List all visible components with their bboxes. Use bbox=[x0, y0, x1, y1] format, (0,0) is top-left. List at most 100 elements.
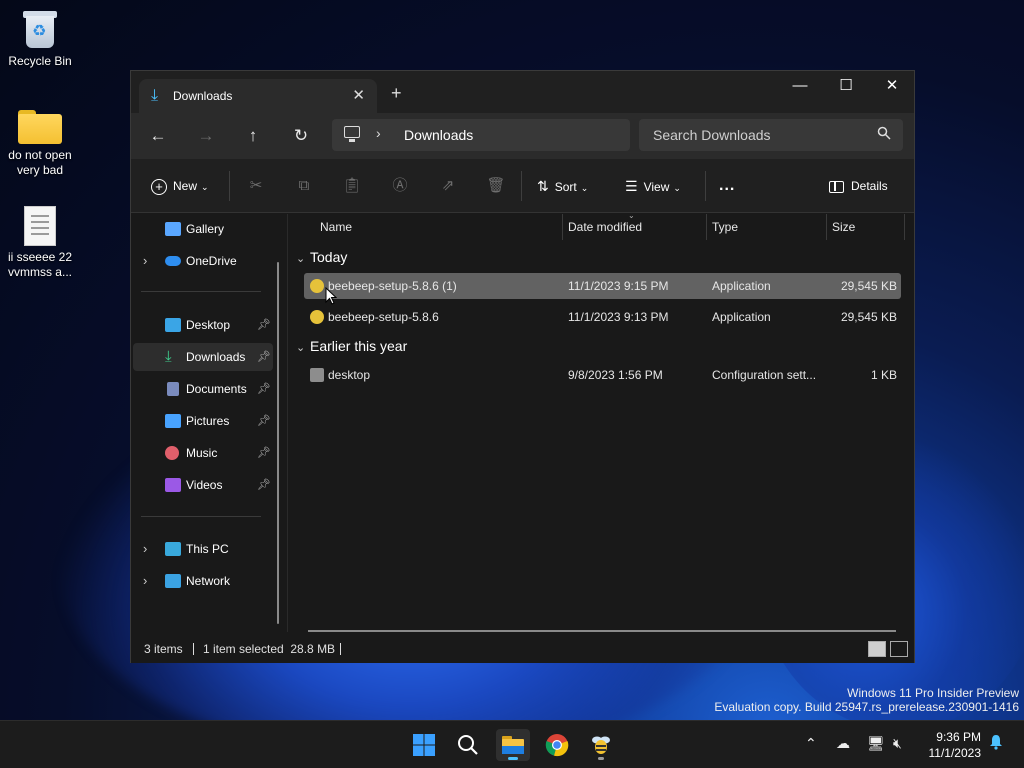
clock-date: 11/1/2023 bbox=[928, 746, 982, 760]
file-type: Application bbox=[712, 310, 771, 324]
desktop-icon-text-file[interactable]: ii sseeee 22 vvmmss a... bbox=[0, 206, 80, 280]
selection-info: 1 item selected 28.8 MB bbox=[203, 642, 336, 656]
sidebar-item-label: Downloads bbox=[186, 350, 246, 364]
sidebar-item-label: Documents bbox=[186, 382, 247, 396]
rename-icon[interactable]: Ⓐ bbox=[389, 175, 411, 197]
close-window-button[interactable]: ✕ bbox=[869, 71, 915, 103]
column-header-name[interactable]: Name bbox=[320, 214, 352, 240]
group-header-today[interactable]: ⌄ Today bbox=[296, 249, 347, 265]
column-divider[interactable] bbox=[562, 214, 563, 240]
sidebar-item-gallery[interactable]: Gallery bbox=[133, 215, 273, 243]
search-button[interactable] bbox=[451, 729, 485, 761]
sidebar-divider bbox=[141, 516, 261, 517]
chevron-right-icon[interactable]: › bbox=[143, 247, 147, 275]
navigation-pane: Gallery › OneDrive Desktop 📌︎ ⤓ Download… bbox=[131, 214, 283, 632]
pictures-icon bbox=[165, 414, 181, 428]
sidebar-item-onedrive[interactable]: › OneDrive bbox=[133, 247, 273, 275]
beebeep-app-icon bbox=[310, 310, 324, 324]
show-hidden-icons-button[interactable]: ⌃ bbox=[805, 735, 817, 752]
tiles-view-icon[interactable] bbox=[890, 641, 908, 657]
sidebar-item-pictures[interactable]: Pictures 📌︎ bbox=[133, 407, 273, 435]
sidebar-item-label: Music bbox=[186, 446, 218, 460]
sort-label: Sort bbox=[554, 180, 577, 194]
taskbar-file-explorer[interactable] bbox=[496, 729, 530, 761]
forward-button[interactable]: → bbox=[192, 123, 220, 149]
view-button[interactable]: ☰ View ⌄ bbox=[625, 175, 681, 197]
back-button[interactable]: ← bbox=[144, 123, 172, 149]
delete-icon[interactable]: 🗑︎ bbox=[485, 175, 507, 197]
videos-icon bbox=[165, 478, 181, 492]
chevron-right-icon[interactable]: › bbox=[376, 125, 381, 141]
tab-downloads[interactable]: ⤓ Downloads ✕ bbox=[139, 79, 377, 113]
sidebar-item-downloads[interactable]: ⤓ Downloads 📌︎ bbox=[133, 343, 273, 371]
details-button[interactable]: Details bbox=[829, 175, 888, 197]
column-divider[interactable] bbox=[826, 214, 827, 240]
windows-logo-icon bbox=[413, 734, 435, 756]
chevron-right-icon[interactable]: › bbox=[143, 567, 147, 595]
sidebar-item-this-pc[interactable]: › This PC bbox=[133, 535, 273, 563]
sidebar-item-label: Pictures bbox=[186, 414, 230, 428]
pin-icon: 📌︎ bbox=[257, 447, 271, 459]
chevron-right-icon[interactable]: › bbox=[143, 535, 147, 563]
see-more-button[interactable]: ... bbox=[719, 175, 735, 197]
address-bar[interactable]: › Downloads bbox=[332, 119, 630, 151]
start-button[interactable] bbox=[407, 729, 441, 761]
details-pane-icon bbox=[829, 180, 844, 193]
desktop-icon-label: Recycle Bin bbox=[8, 54, 72, 68]
desktop-icon-label: ii sseeee 22 vvmmss a... bbox=[7, 250, 73, 279]
new-tab-button[interactable]: + bbox=[391, 83, 402, 104]
details-view-icon[interactable] bbox=[868, 641, 886, 657]
taskbar-beebeep[interactable] bbox=[584, 729, 618, 761]
details-label: Details bbox=[851, 179, 888, 193]
desktop-icon-recycle-bin[interactable]: ♻ Recycle Bin bbox=[0, 8, 80, 69]
column-divider[interactable] bbox=[706, 214, 707, 240]
network-status-icon[interactable]: 🖥︎ bbox=[867, 735, 885, 752]
group-header-earlier[interactable]: ⌄ Earlier this year bbox=[296, 338, 407, 354]
new-button[interactable]: + New ⌄ bbox=[151, 175, 209, 197]
divider bbox=[229, 171, 230, 201]
up-button[interactable]: ↑ bbox=[239, 123, 267, 149]
sidebar-item-desktop[interactable]: Desktop 📌︎ bbox=[133, 311, 273, 339]
close-tab-icon[interactable]: ✕ bbox=[352, 86, 365, 104]
refresh-button[interactable]: ↻ bbox=[287, 123, 315, 149]
taskbar-chrome[interactable] bbox=[540, 729, 574, 761]
copy-icon[interactable]: ⧉ bbox=[293, 175, 315, 197]
search-input[interactable]: Search Downloads bbox=[639, 119, 903, 151]
desktop-icon-folder[interactable]: do not open very bad bbox=[0, 110, 80, 178]
notification-bell-icon[interactable] bbox=[988, 734, 1004, 753]
file-date: 11/1/2023 9:13 PM bbox=[568, 310, 669, 324]
breadcrumb-downloads[interactable]: Downloads bbox=[404, 127, 473, 143]
sidebar-item-music[interactable]: Music 📌︎ bbox=[133, 439, 273, 467]
file-date: 9/8/2023 1:56 PM bbox=[568, 368, 663, 382]
desktop-icon-label: do not open very bad bbox=[8, 148, 72, 177]
pin-icon: 📌︎ bbox=[257, 351, 271, 363]
sidebar-item-documents[interactable]: Documents 📌︎ bbox=[133, 375, 273, 403]
text-file-icon bbox=[24, 206, 56, 246]
table-row[interactable]: beebeep-setup-5.8.6 11/1/2023 9:13 PM Ap… bbox=[304, 304, 901, 330]
pin-icon: 📌︎ bbox=[257, 383, 271, 395]
volume-muted-icon[interactable]: 🔇︎ bbox=[893, 735, 902, 752]
recycle-bin-icon: ♻ bbox=[22, 8, 58, 50]
horizontal-scrollbar[interactable] bbox=[308, 630, 896, 632]
sidebar-scrollbar[interactable] bbox=[277, 262, 279, 624]
onedrive-offline-icon[interactable]: ☁︎ bbox=[836, 735, 850, 752]
paste-icon[interactable]: 📋︎ bbox=[341, 175, 363, 197]
clock-time: 9:36 PM bbox=[936, 730, 981, 744]
column-header-size[interactable]: Size bbox=[832, 214, 855, 240]
title-bar: ⤓ Downloads ✕ + — ☐ ✕ bbox=[131, 71, 914, 113]
download-icon: ⤓ bbox=[165, 348, 172, 365]
column-header-type[interactable]: Type bbox=[712, 214, 738, 240]
system-clock[interactable]: 9:36 PM 11/1/2023 bbox=[929, 729, 982, 761]
minimize-button[interactable]: — bbox=[777, 71, 823, 103]
maximize-button[interactable]: ☐ bbox=[823, 71, 869, 103]
sort-button[interactable]: ⇅ Sort ⌄ bbox=[537, 175, 588, 197]
table-row[interactable]: beebeep-setup-5.8.6 (1) 11/1/2023 9:15 P… bbox=[304, 273, 901, 299]
sidebar-item-network[interactable]: › Network bbox=[133, 567, 273, 595]
table-row[interactable]: desktop 9/8/2023 1:56 PM Configuration s… bbox=[304, 362, 901, 388]
search-placeholder: Search Downloads bbox=[653, 127, 771, 143]
share-icon[interactable]: ⇗ bbox=[437, 175, 459, 197]
sidebar-item-videos[interactable]: Videos 📌︎ bbox=[133, 471, 273, 499]
column-divider[interactable] bbox=[904, 214, 905, 240]
new-label: New bbox=[173, 179, 198, 193]
cut-icon[interactable]: ✂ bbox=[245, 175, 267, 197]
